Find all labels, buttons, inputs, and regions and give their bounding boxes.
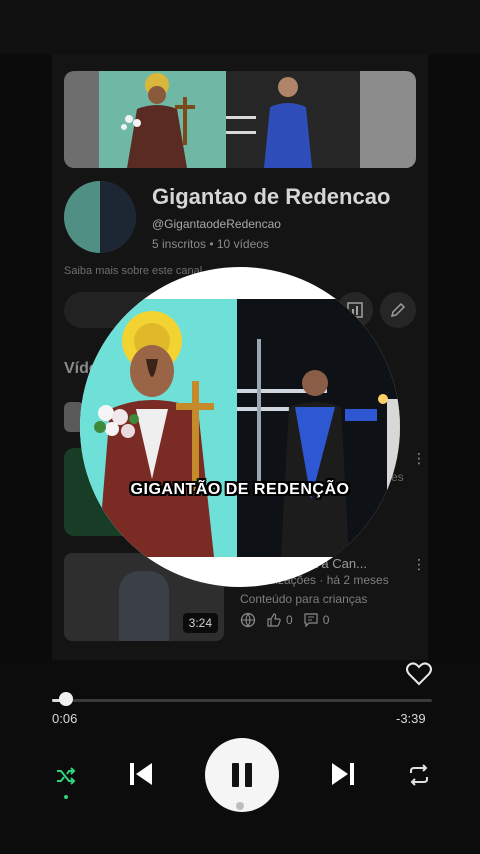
comment-count: 0	[303, 612, 329, 628]
progress-bar[interactable]	[52, 699, 432, 702]
pause-icon	[232, 763, 252, 787]
channel-stats: 5 inscritos • 10 vídeos	[152, 237, 269, 251]
thumbs-up-icon	[267, 613, 281, 627]
album-artwork: GIGANTÃO DE REDENÇÃO	[80, 267, 400, 587]
heart-icon[interactable]	[405, 660, 433, 688]
gesture-indicator	[236, 802, 244, 810]
previous-track-icon[interactable]	[124, 757, 158, 791]
artwork-caption: GIGANTÃO DE REDENÇÃO	[130, 481, 350, 498]
time-remaining: -3:39	[396, 711, 426, 726]
pause-button[interactable]	[205, 738, 279, 812]
channel-handle: @GigantaodeRedencao	[152, 217, 281, 231]
more-options-icon[interactable]: ⋮	[412, 556, 426, 573]
more-options-icon[interactable]: ⋮	[412, 450, 426, 467]
kids-content-label: Conteúdo para crianças	[240, 592, 368, 606]
channel-avatar[interactable]	[64, 181, 136, 253]
video-duration: 3:24	[182, 613, 218, 633]
repeat-icon[interactable]	[404, 760, 434, 790]
status-bar	[0, 0, 480, 54]
next-track-icon[interactable]	[326, 757, 360, 791]
globe-icon	[240, 612, 256, 628]
like-count: 0	[266, 612, 293, 628]
progress-knob[interactable]	[59, 692, 73, 706]
channel-about-link[interactable]: Saiba mais sobre este canal	[64, 265, 202, 277]
shuffle-active-indicator	[64, 795, 68, 799]
shuffle-icon[interactable]	[52, 762, 80, 790]
time-elapsed: 0:06	[52, 711, 78, 726]
comment-icon	[304, 613, 318, 628]
channel-banner	[64, 71, 416, 168]
channel-name: Gigantao de Redencao	[152, 184, 391, 209]
video-actions: 0 0	[240, 612, 329, 628]
